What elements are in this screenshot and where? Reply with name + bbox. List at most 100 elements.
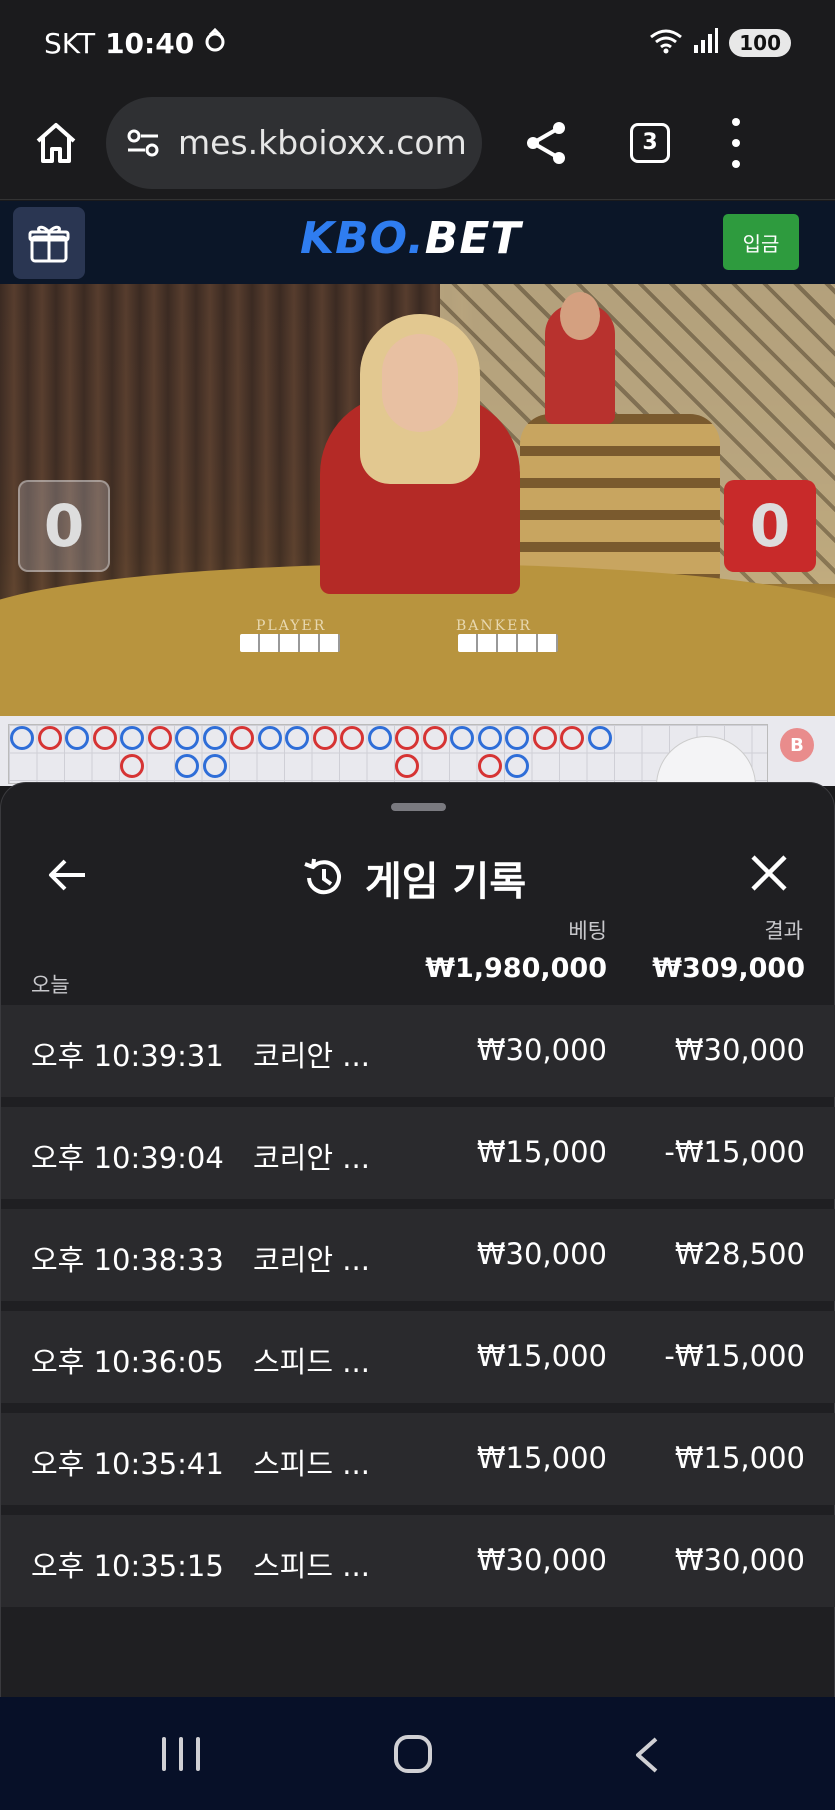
home-button[interactable] <box>28 115 84 171</box>
row-time: 오후 10:39:31 <box>31 1039 224 1073</box>
arrow-left-icon <box>49 859 85 891</box>
drag-handle[interactable] <box>391 803 446 811</box>
history-row[interactable]: 오후 10:36:05 스피드 ... ₩15,000 -₩15,000 <box>1 1311 835 1403</box>
bead-red <box>532 726 557 750</box>
tab-switcher-button[interactable]: 3 <box>630 122 670 163</box>
site-settings-icon[interactable] <box>126 128 160 158</box>
row-time: 오후 10:39:04 <box>31 1141 224 1175</box>
total-bet: ₩1,980,000 <box>425 953 607 984</box>
row-time: 오후 10:36:05 <box>31 1345 224 1379</box>
player-cards <box>240 634 340 652</box>
signal-icon <box>693 28 719 58</box>
row-result: ₩15,000 <box>674 1441 805 1475</box>
sheet-header: 게임 기록 <box>1 823 835 923</box>
bead-red <box>395 726 419 750</box>
bet-column-header: 베팅 <box>568 919 607 943</box>
bead-blue <box>367 726 392 750</box>
row-time: 오후 10:35:15 <box>31 1549 224 1583</box>
total-result: ₩309,000 <box>652 953 805 984</box>
row-result: ₩28,500 <box>674 1237 805 1271</box>
gift-button[interactable] <box>13 206 85 279</box>
wifi-icon <box>649 28 683 58</box>
history-row[interactable]: 오후 10:35:41 스피드 ... ₩15,000 ₩15,000 <box>1 1413 835 1505</box>
site-logo[interactable]: KBO.BET <box>300 213 521 264</box>
bead-red <box>560 726 584 750</box>
home-icon <box>36 122 76 163</box>
site-header: KBO.BET 입금 <box>0 201 835 284</box>
row-game: 스피드 ... <box>253 1447 370 1481</box>
row-bet: ₩30,000 <box>476 1237 607 1271</box>
daily-summary: 오늘 ₩1,980,000 ₩309,000 <box>1 953 835 1003</box>
bead-blue <box>175 753 199 778</box>
column-headers: 베팅 결과 <box>1 915 835 955</box>
bead-blue <box>202 726 227 750</box>
address-bar[interactable]: mes.kboioxx.com <box>106 96 482 189</box>
close-button[interactable] <box>747 851 791 895</box>
share-button[interactable] <box>520 117 572 169</box>
row-game: 코리안 ... <box>253 1141 370 1175</box>
bead-red <box>147 726 172 750</box>
bead-red <box>312 726 337 750</box>
banker-cards <box>458 634 558 652</box>
result-column-header: 결과 <box>764 919 803 943</box>
row-game: 스피드 ... <box>253 1549 370 1583</box>
bead-blue <box>505 726 529 750</box>
bead-red <box>422 726 447 750</box>
bead-red <box>230 726 254 750</box>
history-icon <box>304 858 341 895</box>
roadmap-strip[interactable]: B <box>0 716 835 786</box>
bead-red <box>37 726 62 750</box>
row-result: -₩15,000 <box>664 1135 805 1169</box>
dealer <box>320 314 520 594</box>
system-nav-bar <box>0 1697 835 1810</box>
deposit-button[interactable]: 입금 <box>723 214 799 270</box>
battery-indicator: 100 <box>729 29 791 57</box>
history-row[interactable]: 오후 10:35:15 스피드 ... ₩30,000 ₩30,000 <box>1 1515 835 1607</box>
carrier-label: SKT <box>44 26 96 60</box>
status-bar: SKT 10:40 100 <box>0 0 835 86</box>
url-text: mes.kboioxx.com <box>178 123 467 162</box>
row-time: 오후 10:38:33 <box>31 1243 224 1277</box>
status-left: SKT 10:40 <box>44 27 226 60</box>
history-list: 오후 10:39:31 코리안 ... ₩30,000 ₩30,000 오후 1… <box>1 1005 835 1617</box>
background-dealer <box>545 292 615 424</box>
live-video[interactable]: 0 0 PLAYER BANKER <box>0 284 835 716</box>
row-game: 코리안 ... <box>253 1243 370 1277</box>
bead-red <box>340 726 364 750</box>
row-bet: ₩15,000 <box>476 1135 607 1169</box>
bead-blue <box>285 726 309 750</box>
bead-blue <box>175 726 199 750</box>
row-result: ₩30,000 <box>674 1033 805 1067</box>
sheet-title-group: 게임 기록 <box>301 849 526 907</box>
player-score: 0 <box>18 480 110 572</box>
row-bet: ₩30,000 <box>476 1543 607 1577</box>
overflow-menu-icon[interactable] <box>726 117 746 168</box>
bead-blue <box>450 726 474 750</box>
sheet-title: 게임 기록 <box>365 859 527 905</box>
row-bet: ₩30,000 <box>476 1033 607 1067</box>
row-bet: ₩15,000 <box>476 1441 607 1475</box>
row-result: ₩30,000 <box>674 1543 805 1577</box>
status-right: 100 <box>649 28 791 58</box>
banker-ask-chip[interactable]: B <box>780 728 814 762</box>
bead-red <box>92 726 117 750</box>
bead-blue <box>65 726 89 750</box>
row-time: 오후 10:35:41 <box>31 1447 224 1481</box>
row-bet: ₩15,000 <box>476 1339 607 1373</box>
today-label: 오늘 <box>31 973 70 997</box>
share-icon <box>527 121 565 164</box>
history-row[interactable]: 오후 10:39:04 코리안 ... ₩15,000 -₩15,000 <box>1 1107 835 1199</box>
banker-score: 0 <box>724 480 816 572</box>
history-row[interactable]: 오후 10:39:31 코리안 ... ₩30,000 ₩30,000 <box>1 1005 835 1097</box>
system-back-button[interactable] <box>632 1735 662 1775</box>
system-home-button[interactable] <box>394 1735 432 1773</box>
browser-toolbar: mes.kboioxx.com 3 <box>0 86 835 200</box>
back-button[interactable] <box>45 853 89 897</box>
history-row[interactable]: 오후 10:38:33 코리안 ... ₩30,000 ₩28,500 <box>1 1209 835 1301</box>
row-result: -₩15,000 <box>664 1339 805 1373</box>
recent-apps-button[interactable] <box>162 1737 200 1771</box>
close-icon <box>751 855 787 891</box>
clock: 10:40 <box>105 26 195 60</box>
gift-icon <box>28 225 70 262</box>
bead-blue <box>202 753 227 778</box>
